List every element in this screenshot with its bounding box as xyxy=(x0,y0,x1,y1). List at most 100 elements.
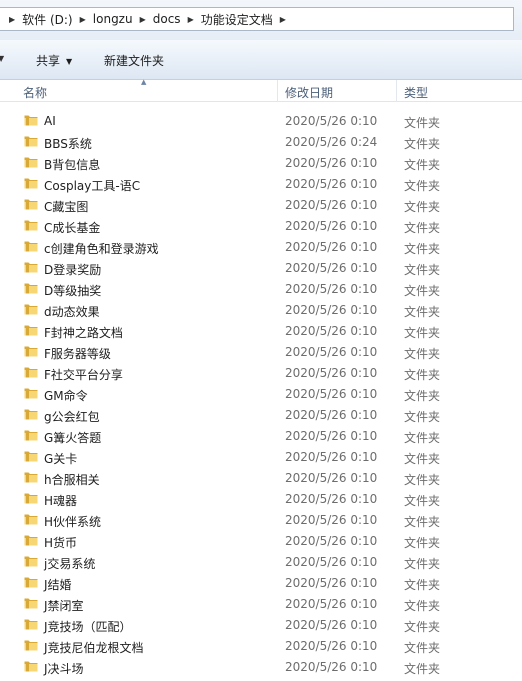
file-date-modified: 2020/5/26 0:10 xyxy=(285,156,378,170)
folder-icon xyxy=(24,514,38,525)
file-date-modified: 2020/5/26 0:10 xyxy=(285,177,378,191)
file-name: D登录奖励 xyxy=(44,263,102,277)
list-item[interactable]: F封神之路文档 2020/5/26 0:10 文件夹 xyxy=(0,321,522,342)
list-item[interactable]: D等级抽奖 2020/5/26 0:10 文件夹 xyxy=(0,279,522,300)
file-date-modified: 2020/5/26 0:10 xyxy=(285,198,378,212)
breadcrumb[interactable]: ▶ 软件 (D:) ▶ longzu ▶ docs ▶ 功能设定文档 ▶ xyxy=(0,7,514,31)
breadcrumb-item-drive[interactable]: 软件 (D:) xyxy=(22,11,72,28)
file-date-modified: 2020/5/26 0:10 xyxy=(285,639,378,653)
list-item[interactable]: g公会红包 2020/5/26 0:10 文件夹 xyxy=(0,405,522,426)
breadcrumb-item-current[interactable]: 功能设定文档 xyxy=(201,11,273,28)
file-name: GM命令 xyxy=(44,389,88,403)
file-type: 文件夹 xyxy=(404,263,441,277)
file-name: H魂器 xyxy=(44,494,78,508)
list-item[interactable]: H魂器 2020/5/26 0:10 文件夹 xyxy=(0,489,522,510)
list-item[interactable]: c创建角色和登录游戏 2020/5/26 0:10 文件夹 xyxy=(0,237,522,258)
file-type: 文件夹 xyxy=(404,599,441,613)
folder-icon xyxy=(24,157,38,168)
folder-icon xyxy=(24,577,38,588)
file-type: 文件夹 xyxy=(404,557,441,571)
list-item[interactable]: J结婚 2020/5/26 0:10 文件夹 xyxy=(0,573,522,594)
file-name: B背包信息 xyxy=(44,158,101,172)
list-item[interactable]: J决斗场 2020/5/26 0:10 文件夹 xyxy=(0,657,522,678)
file-name: D等级抽奖 xyxy=(44,284,102,298)
folder-icon xyxy=(24,493,38,504)
folder-icon xyxy=(24,325,38,336)
chevron-right-icon[interactable]: ▶ xyxy=(188,15,194,24)
column-type[interactable]: 类型 xyxy=(404,84,428,101)
file-name: H伙伴系统 xyxy=(44,515,102,529)
file-name: C藏宝图 xyxy=(44,200,89,214)
file-type: 文件夹 xyxy=(404,347,441,361)
chevron-right-icon[interactable]: ▶ xyxy=(280,15,286,24)
file-type: 文件夹 xyxy=(404,515,441,529)
list-item[interactable]: J竞技尼伯龙根文档 2020/5/26 0:10 文件夹 xyxy=(0,636,522,657)
breadcrumb-item-longzu[interactable]: longzu xyxy=(93,12,133,26)
file-name: g公会红包 xyxy=(44,410,100,424)
list-item[interactable]: C藏宝图 2020/5/26 0:10 文件夹 xyxy=(0,195,522,216)
file-name: d动态效果 xyxy=(44,305,100,319)
list-item[interactable]: GM命令 2020/5/26 0:10 文件夹 xyxy=(0,384,522,405)
folder-icon xyxy=(24,451,38,462)
list-item[interactable]: G篝火答题 2020/5/26 0:10 文件夹 xyxy=(0,426,522,447)
share-button[interactable]: 共享 ▼ xyxy=(36,52,72,69)
folder-icon xyxy=(24,262,38,273)
list-item[interactable]: G关卡 2020/5/26 0:10 文件夹 xyxy=(0,447,522,468)
file-name: J决斗场 xyxy=(44,662,84,676)
new-folder-button[interactable]: 新建文件夹 xyxy=(104,52,164,69)
file-name: c创建角色和登录游戏 xyxy=(44,242,159,256)
folder-icon xyxy=(24,556,38,567)
file-name: Cosplay工具-语C xyxy=(44,179,141,193)
file-date-modified: 2020/5/26 0:10 xyxy=(285,219,378,233)
breadcrumb-item-docs[interactable]: docs xyxy=(153,12,181,26)
file-name: F服务器等级 xyxy=(44,347,111,361)
folder-icon xyxy=(24,241,38,252)
folder-icon xyxy=(24,283,38,294)
file-type: 文件夹 xyxy=(404,305,441,319)
file-name: C成长基金 xyxy=(44,221,101,235)
list-item[interactable]: H货币 2020/5/26 0:10 文件夹 xyxy=(0,531,522,552)
column-date-modified[interactable]: 修改日期 xyxy=(285,84,333,101)
file-type: 文件夹 xyxy=(404,242,441,256)
file-date-modified: 2020/5/26 0:10 xyxy=(285,513,378,527)
list-item[interactable]: D登录奖励 2020/5/26 0:10 文件夹 xyxy=(0,258,522,279)
chevron-right-icon[interactable]: ▶ xyxy=(80,15,86,24)
list-item[interactable]: C成长基金 2020/5/26 0:10 文件夹 xyxy=(0,216,522,237)
list-item[interactable]: F社交平台分享 2020/5/26 0:10 文件夹 xyxy=(0,363,522,384)
list-item[interactable]: h合服相关 2020/5/26 0:10 文件夹 xyxy=(0,468,522,489)
folder-icon xyxy=(24,199,38,210)
file-type: 文件夹 xyxy=(404,158,441,172)
column-divider[interactable] xyxy=(277,80,278,102)
chevron-down-icon[interactable]: ▼ xyxy=(0,54,4,63)
list-item[interactable]: F服务器等级 2020/5/26 0:10 文件夹 xyxy=(0,342,522,363)
file-name: J竞技场（匹配） xyxy=(44,620,132,634)
file-name: H货币 xyxy=(44,536,78,550)
file-date-modified: 2020/5/26 0:10 xyxy=(285,618,378,632)
list-item[interactable]: d动态效果 2020/5/26 0:10 文件夹 xyxy=(0,300,522,321)
file-type: 文件夹 xyxy=(404,116,441,130)
folder-icon xyxy=(24,619,38,630)
chevron-right-icon[interactable]: ▶ xyxy=(140,15,146,24)
share-button-label: 共享 xyxy=(36,54,61,68)
list-item[interactable]: J禁闭室 2020/5/26 0:10 文件夹 xyxy=(0,594,522,615)
list-item[interactable]: B背包信息 2020/5/26 0:10 文件夹 xyxy=(0,153,522,174)
file-type: 文件夹 xyxy=(404,662,441,676)
file-name: h合服相关 xyxy=(44,473,100,487)
folder-icon xyxy=(24,472,38,483)
file-name: J竞技尼伯龙根文档 xyxy=(44,641,144,655)
list-item[interactable]: Cosplay工具-语C 2020/5/26 0:10 文件夹 xyxy=(0,174,522,195)
file-date-modified: 2020/5/26 0:10 xyxy=(285,261,378,275)
folder-icon xyxy=(24,640,38,651)
file-name: F社交平台分享 xyxy=(44,368,123,382)
column-name[interactable]: 名称 xyxy=(23,84,47,101)
list-item[interactable]: H伙伴系统 2020/5/26 0:10 文件夹 xyxy=(0,510,522,531)
column-divider[interactable] xyxy=(396,80,397,102)
list-item[interactable]: J竞技场（匹配） 2020/5/26 0:10 文件夹 xyxy=(0,615,522,636)
file-type: 文件夹 xyxy=(404,137,441,151)
file-name: AI xyxy=(44,114,56,128)
list-item[interactable]: AI 2020/5/26 0:10 文件夹 xyxy=(0,111,522,132)
list-item[interactable]: BBS系统 2020/5/26 0:24 文件夹 xyxy=(0,132,522,153)
file-type: 文件夹 xyxy=(404,452,441,466)
list-item[interactable]: j交易系统 2020/5/26 0:10 文件夹 xyxy=(0,552,522,573)
chevron-right-icon[interactable]: ▶ xyxy=(9,15,15,24)
